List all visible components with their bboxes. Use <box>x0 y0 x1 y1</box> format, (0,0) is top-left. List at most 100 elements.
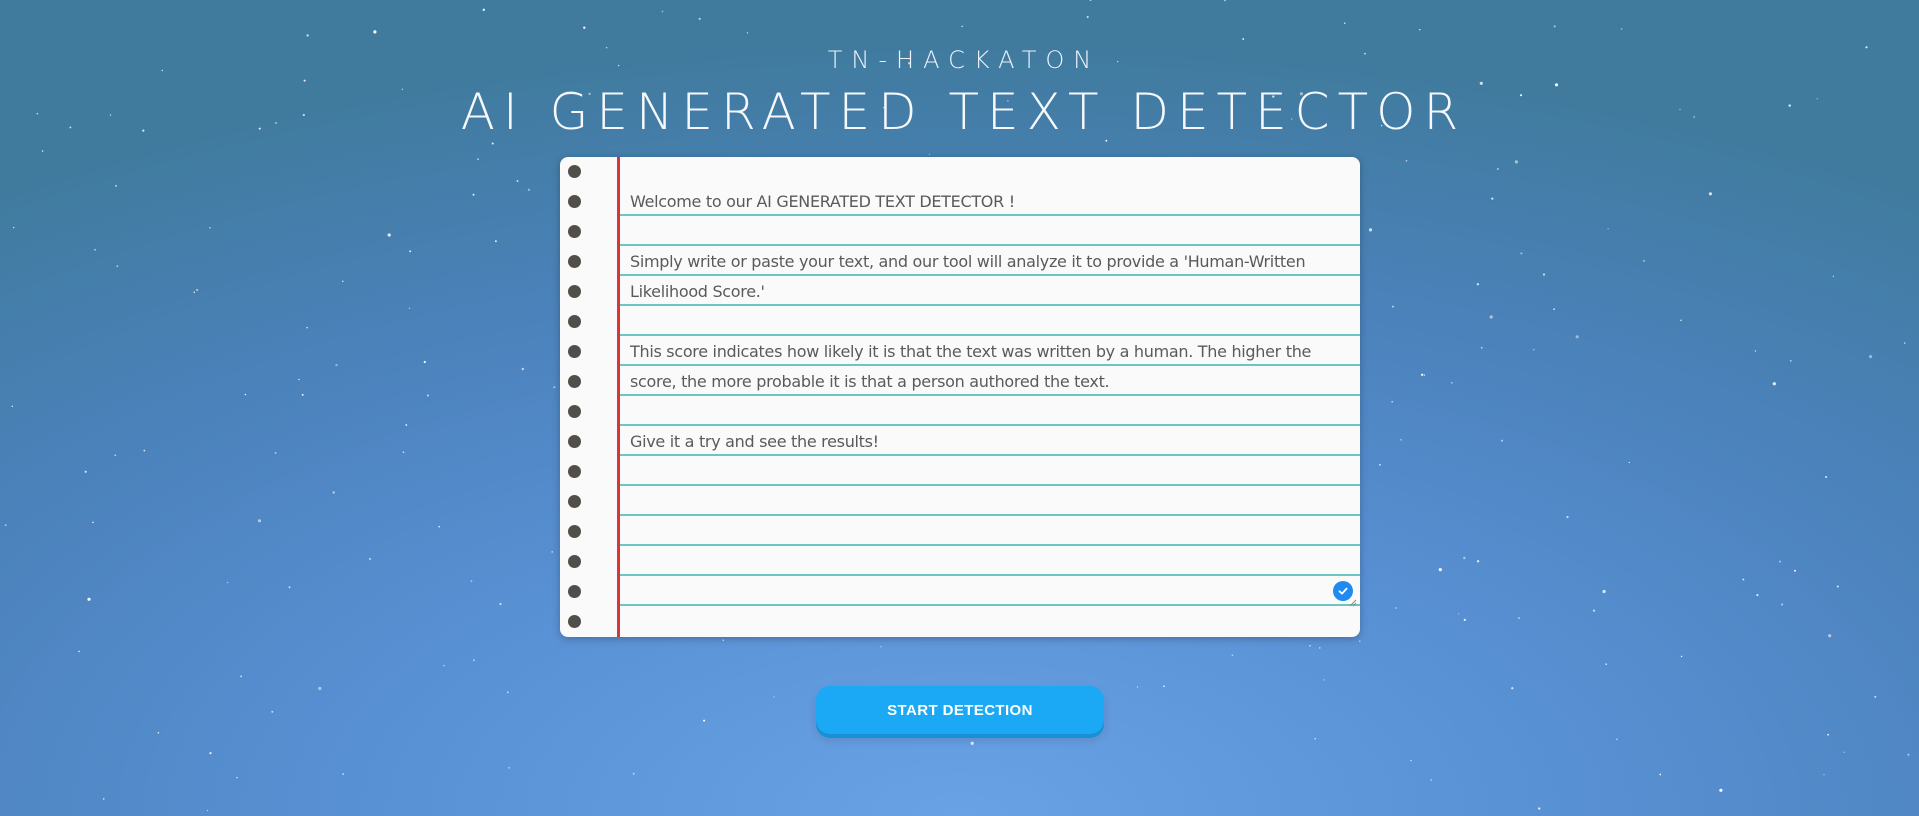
star <box>880 646 882 648</box>
start-detection-button[interactable]: START DETECTION <box>816 686 1104 734</box>
star <box>368 557 372 560</box>
star <box>274 452 277 454</box>
star <box>1368 228 1373 232</box>
star <box>1242 38 1245 40</box>
binder-hole <box>568 255 581 268</box>
star <box>1319 647 1321 649</box>
star <box>11 405 14 408</box>
star <box>236 776 238 779</box>
star <box>773 696 775 698</box>
star <box>1514 160 1518 164</box>
star <box>102 798 105 800</box>
star <box>1756 594 1759 597</box>
star <box>1827 733 1829 736</box>
star <box>193 291 196 294</box>
margin-line <box>617 157 620 637</box>
star <box>1391 400 1394 403</box>
star <box>1575 335 1579 339</box>
star <box>1476 560 1480 563</box>
star <box>1823 773 1825 776</box>
star <box>1438 568 1442 572</box>
text-paragraph <box>630 307 1348 337</box>
star <box>41 150 44 152</box>
star <box>970 741 974 745</box>
star <box>1659 773 1662 776</box>
star <box>482 8 485 11</box>
star <box>722 639 724 641</box>
star <box>143 449 146 452</box>
star <box>661 10 664 13</box>
binder-hole <box>568 525 581 538</box>
star <box>226 581 229 584</box>
star <box>1359 640 1361 642</box>
binder-hole <box>568 495 581 508</box>
star <box>477 158 479 161</box>
star <box>271 710 274 713</box>
binder-hole <box>568 195 581 208</box>
star <box>1163 685 1165 687</box>
star <box>521 367 524 371</box>
binder-hole <box>568 375 581 388</box>
star <box>1628 461 1630 464</box>
star <box>318 686 322 691</box>
star <box>516 180 519 182</box>
star <box>499 602 502 606</box>
star <box>114 184 117 187</box>
star <box>1423 374 1426 376</box>
star <box>209 227 211 229</box>
resize-handle-icon[interactable] <box>1347 597 1357 607</box>
star <box>1480 346 1483 349</box>
star <box>1314 738 1316 740</box>
star <box>1400 438 1402 441</box>
star <box>1780 603 1784 606</box>
star <box>1742 578 1745 581</box>
binder-hole <box>568 165 581 178</box>
star <box>1463 618 1466 622</box>
star <box>1620 28 1623 30</box>
binder-hole <box>568 435 581 448</box>
star <box>1825 476 1828 478</box>
star <box>472 659 475 662</box>
star <box>1089 0 1092 1</box>
star <box>632 772 635 775</box>
star <box>470 580 473 582</box>
star <box>1607 228 1609 230</box>
text-input-area[interactable]: Welcome to our AI GENERATED TEXT DETECTO… <box>630 187 1348 617</box>
star <box>1779 560 1782 563</box>
star <box>405 424 408 426</box>
star <box>1511 687 1514 690</box>
star <box>1789 359 1792 362</box>
star <box>306 34 309 37</box>
star <box>1754 350 1757 352</box>
star <box>306 326 308 329</box>
star <box>703 719 706 722</box>
star <box>1616 738 1618 740</box>
star <box>342 773 345 776</box>
star <box>1136 686 1139 688</box>
star <box>491 142 494 145</box>
star <box>423 360 426 364</box>
star <box>1532 348 1535 351</box>
star <box>92 521 94 524</box>
binder-hole <box>568 345 581 358</box>
star <box>1553 25 1556 28</box>
star <box>1520 252 1523 255</box>
star <box>928 153 931 155</box>
star <box>1793 569 1797 572</box>
star <box>1231 654 1234 657</box>
star <box>116 265 119 267</box>
star <box>746 32 749 34</box>
star <box>553 386 556 389</box>
star <box>1496 167 1499 171</box>
star <box>527 188 531 191</box>
star <box>1463 556 1466 560</box>
page-subtitle: TN-HACKATON <box>827 46 1101 74</box>
star <box>157 731 160 734</box>
star <box>78 650 80 653</box>
binder-hole <box>568 285 581 298</box>
star <box>472 193 475 196</box>
star <box>1592 609 1596 612</box>
star <box>1836 585 1839 588</box>
notebook-paper: Welcome to our AI GENERATED TEXT DETECTO… <box>560 157 1360 637</box>
star <box>438 525 441 528</box>
